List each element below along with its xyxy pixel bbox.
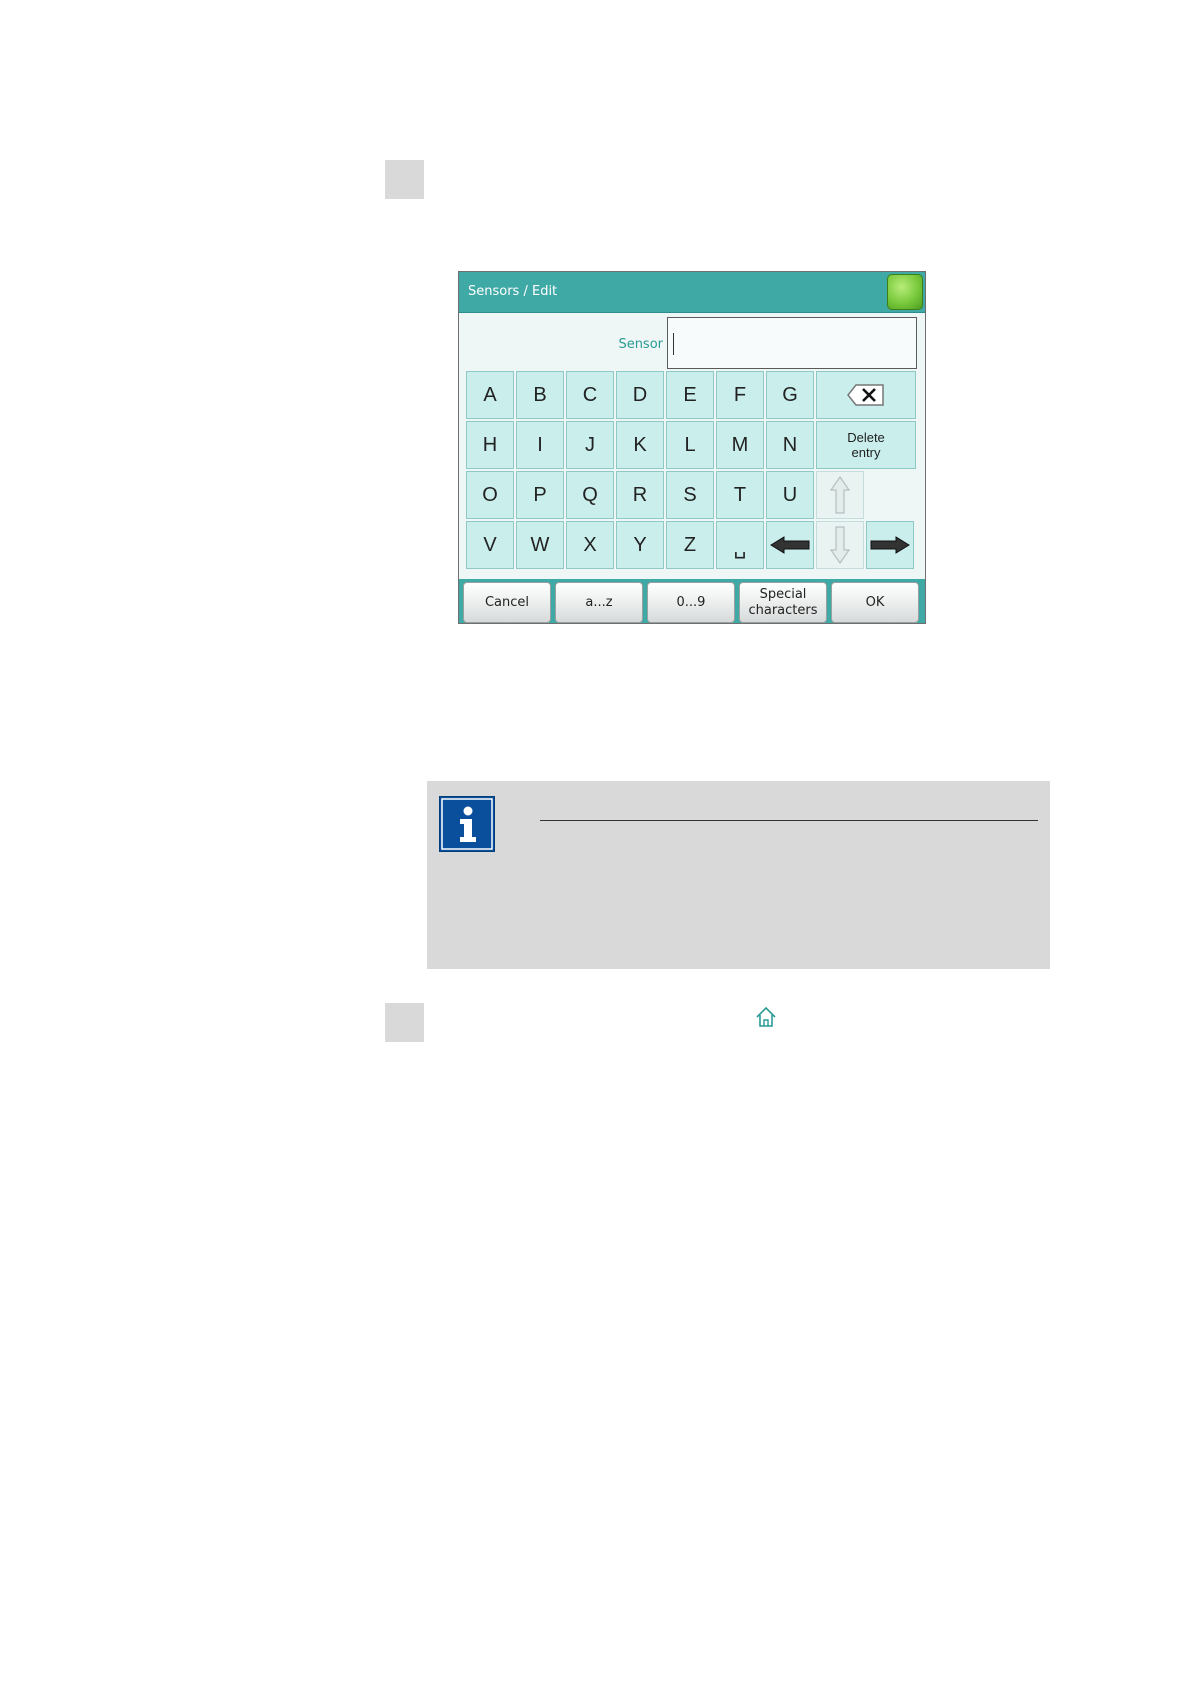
key-d[interactable]: D — [616, 371, 664, 419]
title-bar: Sensors / Edit — [459, 272, 925, 313]
sensor-input[interactable] — [667, 317, 917, 369]
key-c[interactable]: C — [566, 371, 614, 419]
key-m[interactable]: M — [716, 421, 764, 469]
delete-entry-key[interactable]: Delete entry — [816, 421, 916, 469]
cursor-left-key[interactable] — [766, 521, 814, 569]
empty-key-slot — [866, 471, 914, 519]
lowercase-button[interactable]: a...z — [555, 582, 643, 623]
step-number-box-1 — [385, 160, 424, 199]
key-n[interactable]: N — [766, 421, 814, 469]
key-h[interactable]: H — [466, 421, 514, 469]
backspace-key[interactable] — [816, 371, 916, 419]
info-heading-rule — [540, 820, 1038, 821]
key-x[interactable]: X — [566, 521, 614, 569]
sensors-edit-screen: Sensors / Edit Sensor A B C D E F G H I … — [458, 271, 926, 624]
cancel-button[interactable]: Cancel — [463, 582, 551, 623]
cursor-right-key[interactable] — [866, 521, 914, 569]
key-f[interactable]: F — [716, 371, 764, 419]
special-label-line1: Special — [759, 586, 807, 602]
numbers-button[interactable]: 0...9 — [647, 582, 735, 623]
key-z[interactable]: Z — [666, 521, 714, 569]
key-s[interactable]: S — [666, 471, 714, 519]
space-key[interactable]: ␣ — [716, 521, 764, 569]
key-e[interactable]: E — [666, 371, 714, 419]
bottom-button-bar: Cancel a...z 0...9 Special characters OK — [459, 579, 925, 623]
key-a[interactable]: A — [466, 371, 514, 419]
key-u[interactable]: U — [766, 471, 814, 519]
arrow-left-icon — [770, 536, 810, 554]
info-icon — [439, 796, 495, 852]
cursor-up-key[interactable] — [816, 471, 864, 519]
key-i[interactable]: I — [516, 421, 564, 469]
key-q[interactable]: Q — [566, 471, 614, 519]
info-note-box — [427, 781, 1050, 969]
screen-title: Sensors / Edit — [468, 284, 558, 299]
backspace-icon — [847, 384, 884, 406]
delete-entry-label-line2: entry — [851, 445, 881, 460]
arrow-down-icon — [830, 526, 850, 564]
key-o[interactable]: O — [466, 471, 514, 519]
home-icon — [756, 1006, 776, 1027]
key-g[interactable]: G — [766, 371, 814, 419]
key-b[interactable]: B — [516, 371, 564, 419]
key-t[interactable]: T — [716, 471, 764, 519]
cursor-down-key[interactable] — [816, 521, 864, 569]
step-number-box-2 — [385, 1003, 424, 1042]
key-l[interactable]: L — [666, 421, 714, 469]
special-characters-button[interactable]: Special characters — [739, 582, 827, 623]
special-label-line2: characters — [748, 602, 818, 618]
home-button[interactable] — [887, 274, 923, 310]
arrow-up-icon — [830, 476, 850, 514]
key-y[interactable]: Y — [616, 521, 664, 569]
key-k[interactable]: K — [616, 421, 664, 469]
key-j[interactable]: J — [566, 421, 614, 469]
ok-button[interactable]: OK — [831, 582, 919, 623]
key-w[interactable]: W — [516, 521, 564, 569]
key-v[interactable]: V — [466, 521, 514, 569]
delete-entry-label-line1: Delete — [847, 430, 885, 445]
text-caret — [673, 333, 674, 355]
key-p[interactable]: P — [516, 471, 564, 519]
key-r[interactable]: R — [616, 471, 664, 519]
sensor-field-label: Sensor — [618, 337, 663, 352]
arrow-right-icon — [870, 536, 910, 554]
